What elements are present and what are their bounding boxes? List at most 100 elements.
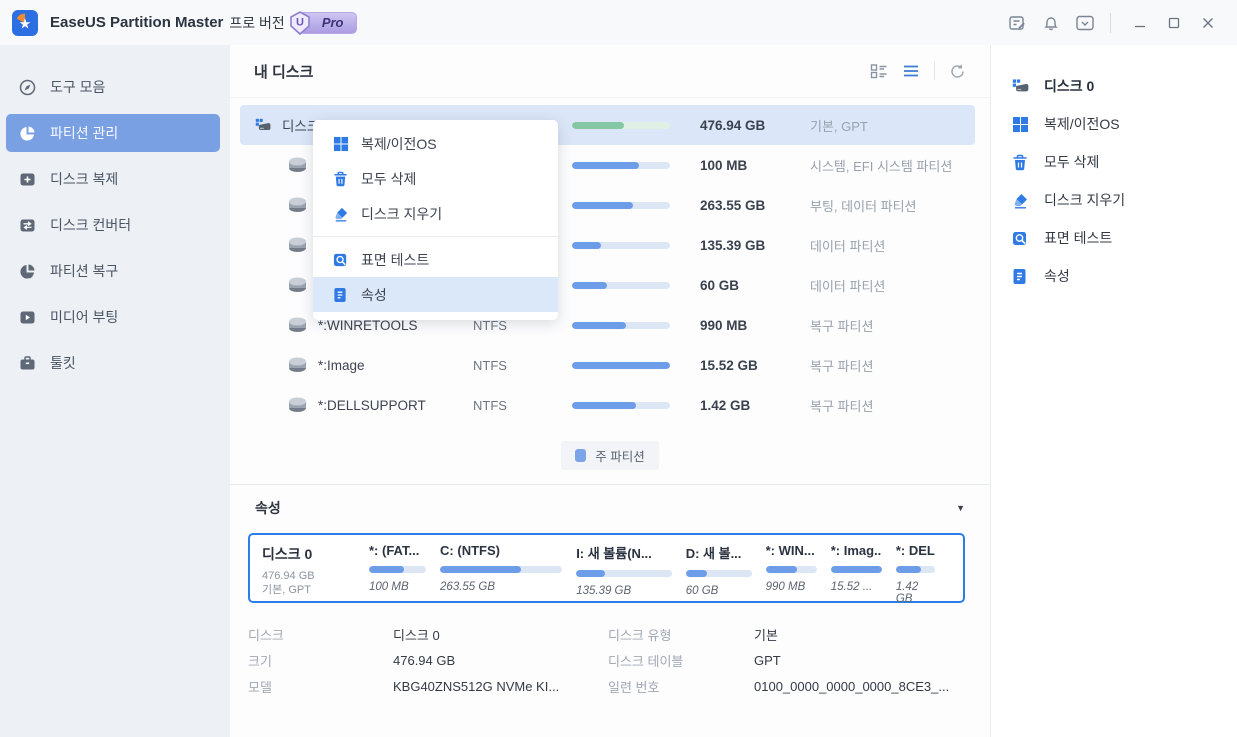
disk-map-block[interactable]: I: 새 볼륨(N... 135.39 GB (576, 543, 686, 593)
partition-icon (240, 277, 318, 293)
disk-details: 디스크 디스크 0 디스크 유형 기본 크기 476.94 GB 디스크 테이블… (248, 621, 990, 699)
main-header: 내 디스크 (230, 45, 990, 98)
disk-map-block[interactable]: D: 새 볼... 60 GB (686, 543, 766, 593)
disk-map-panel[interactable]: 디스크 0 476.94 GB 기본, GPT *: (FAT... 100 M… (248, 533, 965, 603)
svg-text:U: U (296, 16, 304, 28)
partition-icon (240, 237, 318, 253)
grid-view-icon[interactable] (870, 63, 888, 79)
disk-map-block[interactable]: *: WIN... 990 MB (766, 543, 831, 593)
legend-label: 주 파티션 (595, 446, 644, 465)
disk-map-block[interactable]: *: DEL... 1.42 GB (896, 543, 949, 593)
windows-icon (333, 136, 349, 152)
action-delete-all[interactable]: 모두 삭제 (991, 143, 1237, 181)
sidebar-item-label: 도구 모음 (50, 77, 105, 97)
left-sidebar: 도구 모음 파티션 관리 디스크 복제 (0, 45, 230, 737)
chevron-down-icon[interactable]: ▼ (956, 503, 965, 513)
toolkit-briefcase-icon (19, 355, 36, 372)
disk-converter-icon (19, 217, 36, 234)
header-separator (934, 62, 935, 80)
titlebar-separator (1110, 13, 1111, 33)
easeus-logo-icon: ★ (12, 10, 38, 36)
notifications-bell-icon[interactable] (1036, 9, 1066, 37)
legend-color-swatch (575, 449, 586, 462)
partition-usage-bar (572, 202, 670, 209)
partition-icon (240, 317, 318, 333)
action-surface-test[interactable]: 표면 테스트 (991, 219, 1237, 257)
drive-icon (240, 116, 282, 134)
block-usage-bar (686, 570, 752, 577)
disk-map-blocks: *: (FAT... 100 MB C: (NTFS) 263.55 GB I:… (369, 543, 961, 593)
pro-badge[interactable]: Pro U (299, 12, 357, 34)
sidebar-item-label: 미디어 부팅 (50, 307, 118, 327)
refresh-icon[interactable] (949, 63, 966, 80)
action-clone-migrate-os[interactable]: 복제/이전OS (991, 105, 1237, 143)
properties-icon (1012, 267, 1030, 285)
windows-icon (1012, 115, 1030, 133)
sidebar-item-disk-clone[interactable]: 디스크 복제 (6, 160, 220, 198)
minimize-button[interactable] (1125, 9, 1155, 37)
maximize-button[interactable] (1159, 9, 1189, 37)
drive-icon (1012, 77, 1030, 95)
context-menu: 복제/이전OS 모두 삭제 디스크 지우기 표면 테스트 속성 (313, 120, 558, 320)
action-panel: 디스크 0 복제/이전OS 모두 삭제 디스크 지우기 표면 테스트 (990, 45, 1237, 737)
block-usage-bar (896, 566, 935, 573)
surface-test-icon (333, 252, 349, 268)
partition-usage-bar (572, 322, 670, 329)
action-panel-disk-title: 디스크 0 (991, 67, 1237, 105)
menu-clone-migrate-os[interactable]: 복제/이전OS (313, 126, 558, 161)
partition-row[interactable]: *:Image NTFS 15.52 GB 복구 파티션 (240, 345, 975, 385)
menu-surface-test[interactable]: 표면 테스트 (313, 242, 558, 277)
trash-icon (1012, 153, 1030, 171)
partition-icon (240, 397, 318, 413)
trash-icon (333, 171, 349, 187)
block-usage-bar (369, 566, 426, 573)
sidebar-item-label: 파티션 관리 (50, 123, 118, 143)
sidebar-item-label: 툴킷 (50, 353, 76, 373)
sidebar-item-toolbox[interactable]: 도구 모음 (6, 68, 220, 106)
menu-wipe-disk[interactable]: 디스크 지우기 (313, 196, 558, 231)
eraser-icon (1012, 191, 1030, 209)
partition-usage-bar (572, 362, 670, 369)
partition-usage-bar (572, 282, 670, 289)
disk-map-block[interactable]: *: Imag... 15.52 ... (831, 543, 896, 593)
sidebar-item-toolkit[interactable]: 툴킷 (6, 344, 220, 382)
menu-delete-all[interactable]: 모두 삭제 (313, 161, 558, 196)
disk-map-disk-name: 디스크 0 (262, 544, 369, 564)
sidebar-item-label: 파티션 복구 (50, 261, 118, 281)
action-properties[interactable]: 속성 (991, 257, 1237, 295)
compass-icon (19, 79, 36, 96)
disk-map-block[interactable]: *: (FAT... 100 MB (369, 543, 440, 593)
sidebar-item-media-boot[interactable]: 미디어 부팅 (6, 298, 220, 336)
sidebar-item-partition-manager[interactable]: 파티션 관리 (6, 114, 220, 152)
disk-map-disk-size: 476.94 GB (262, 569, 369, 583)
close-button[interactable] (1193, 9, 1223, 37)
partition-row[interactable]: *:DELLSUPPORT NTFS 1.42 GB 복구 파티션 (240, 385, 975, 425)
svg-text:★: ★ (19, 15, 32, 31)
disk-type: 기본, GPT (810, 116, 975, 135)
feedback-icon[interactable] (1002, 9, 1032, 37)
sidebar-item-partition-recovery[interactable]: 파티션 복구 (6, 252, 220, 290)
pie-chart-icon (19, 125, 36, 142)
block-usage-bar (440, 566, 562, 573)
partition-icon (240, 157, 318, 173)
disk-usage-bar (572, 122, 670, 129)
block-usage-bar (576, 570, 672, 577)
list-view-icon[interactable] (902, 64, 920, 78)
menu-properties[interactable]: 속성 (313, 277, 558, 312)
app-title: EaseUS Partition Master (50, 14, 223, 31)
dropdown-box-icon[interactable] (1070, 9, 1100, 37)
partition-usage-bar (572, 162, 670, 169)
properties-header: 속성 ▼ (230, 485, 990, 529)
disk-size: 476.94 GB (700, 118, 810, 133)
page-title: 내 디스크 (254, 61, 313, 82)
disk-copy-icon (19, 171, 36, 188)
disk-map-block[interactable]: C: (NTFS) 263.55 GB (440, 543, 576, 593)
app-edition: 프로 버전 (229, 13, 284, 33)
sidebar-item-disk-converter[interactable]: 디스크 컨버터 (6, 206, 220, 244)
action-wipe-disk[interactable]: 디스크 지우기 (991, 181, 1237, 219)
titlebar: ★ EaseUS Partition Master 프로 버전 Pro U (0, 0, 1237, 45)
properties-title: 속성 (255, 498, 956, 518)
eraser-icon (333, 206, 349, 222)
partition-usage-bar (572, 242, 670, 249)
sidebar-item-label: 디스크 컨버터 (50, 215, 131, 235)
